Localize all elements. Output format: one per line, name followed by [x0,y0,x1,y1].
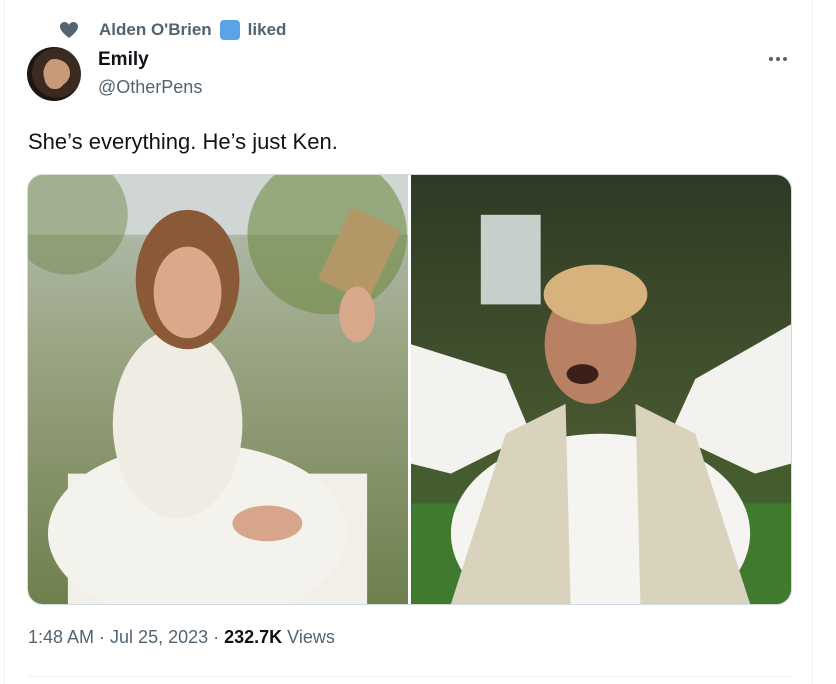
tweet-media[interactable] [27,174,792,605]
views-label: Views [287,627,335,647]
social-context: Alden O'Brien liked [59,19,286,41]
more-options-button[interactable] [764,49,792,69]
meta-separator: · [213,627,220,647]
avatar-face [44,59,66,89]
tweet-date[interactable]: Jul 25, 2023 [110,627,208,648]
heart-icon [59,21,79,39]
more-dots-icon [769,57,773,61]
liked-label: liked [247,20,287,39]
photo-left[interactable] [28,175,408,604]
verified-badge-icon [219,20,240,40]
meta-separator: · [99,627,106,647]
tweet-meta: 1:48 AM · Jul 25, 2023 · 232.7K Views [28,627,335,648]
photo-right[interactable] [411,175,791,604]
tweet-time[interactable]: 1:48 AM [28,627,94,648]
divider [27,676,792,677]
tweet-text: She’s everything. He’s just Ken. [28,129,338,154]
author-name[interactable]: Emily [98,49,149,71]
author-handle[interactable]: @OtherPens [98,77,202,98]
liker-name[interactable]: Alden O'Brien [99,20,212,40]
views-count[interactable]: 232.7K [224,627,282,648]
avatar[interactable] [27,47,81,101]
